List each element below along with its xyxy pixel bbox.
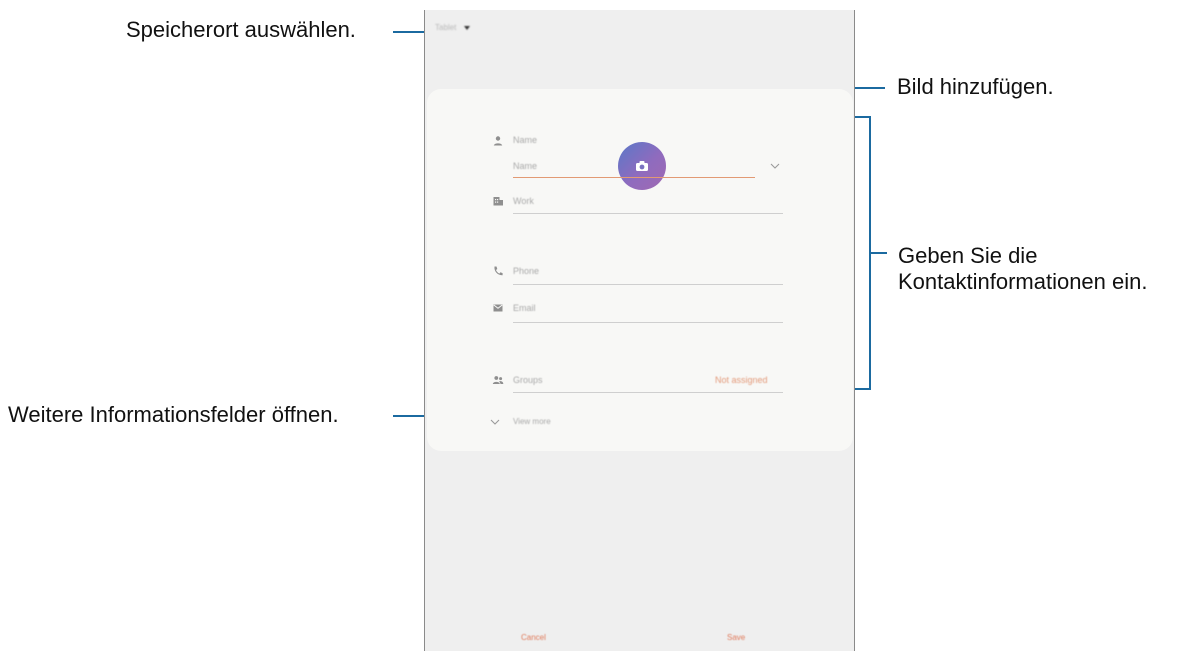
groups-underline xyxy=(513,392,783,393)
expand-chevron-icon[interactable] xyxy=(490,419,500,425)
name-input[interactable]: Name xyxy=(513,161,537,171)
callout-storage: Speicherort auswählen. xyxy=(126,17,356,42)
groups-value[interactable]: Not assigned xyxy=(715,375,768,385)
caret-down-icon xyxy=(464,25,471,30)
camera-icon xyxy=(636,161,648,171)
add-picture-button[interactable] xyxy=(618,142,666,190)
contact-form-card: Name Name Work Phone Email Groups Not as… xyxy=(427,89,853,451)
groups-icon xyxy=(492,376,504,384)
email-underline xyxy=(513,322,783,323)
phone-field[interactable]: Phone xyxy=(513,266,539,276)
email-field[interactable]: Email xyxy=(513,303,536,313)
callout-more-fields: Weitere Informationsfelder öffnen. xyxy=(8,402,339,427)
storage-selector[interactable]: Tablet xyxy=(435,23,471,32)
device-screen: Tablet Name Name Work Phone Email Groups… xyxy=(424,10,855,651)
cancel-button[interactable]: Cancel xyxy=(521,633,546,642)
email-icon xyxy=(493,304,503,312)
work-field[interactable]: Work xyxy=(513,196,534,206)
phone-underline xyxy=(513,284,783,285)
name-label: Name xyxy=(513,135,538,145)
work-underline xyxy=(513,213,783,214)
building-icon xyxy=(493,197,503,206)
view-more-button[interactable]: View more xyxy=(513,417,551,426)
storage-value: Tablet xyxy=(435,23,457,32)
save-button[interactable]: Save xyxy=(727,633,745,642)
callout-contact-info-2: Kontaktinformationen ein. xyxy=(898,269,1148,294)
phone-icon xyxy=(494,266,503,276)
callout-bracket-tick xyxy=(869,252,887,254)
callout-picture: Bild hinzufügen. xyxy=(897,74,1054,99)
name-underline xyxy=(513,177,755,178)
chevron-down-icon[interactable] xyxy=(770,163,780,169)
groups-field[interactable]: Groups xyxy=(513,375,543,385)
person-icon xyxy=(493,136,503,146)
callout-contact-info-1: Geben Sie die xyxy=(898,243,1038,268)
callout-line-storage xyxy=(393,31,427,33)
